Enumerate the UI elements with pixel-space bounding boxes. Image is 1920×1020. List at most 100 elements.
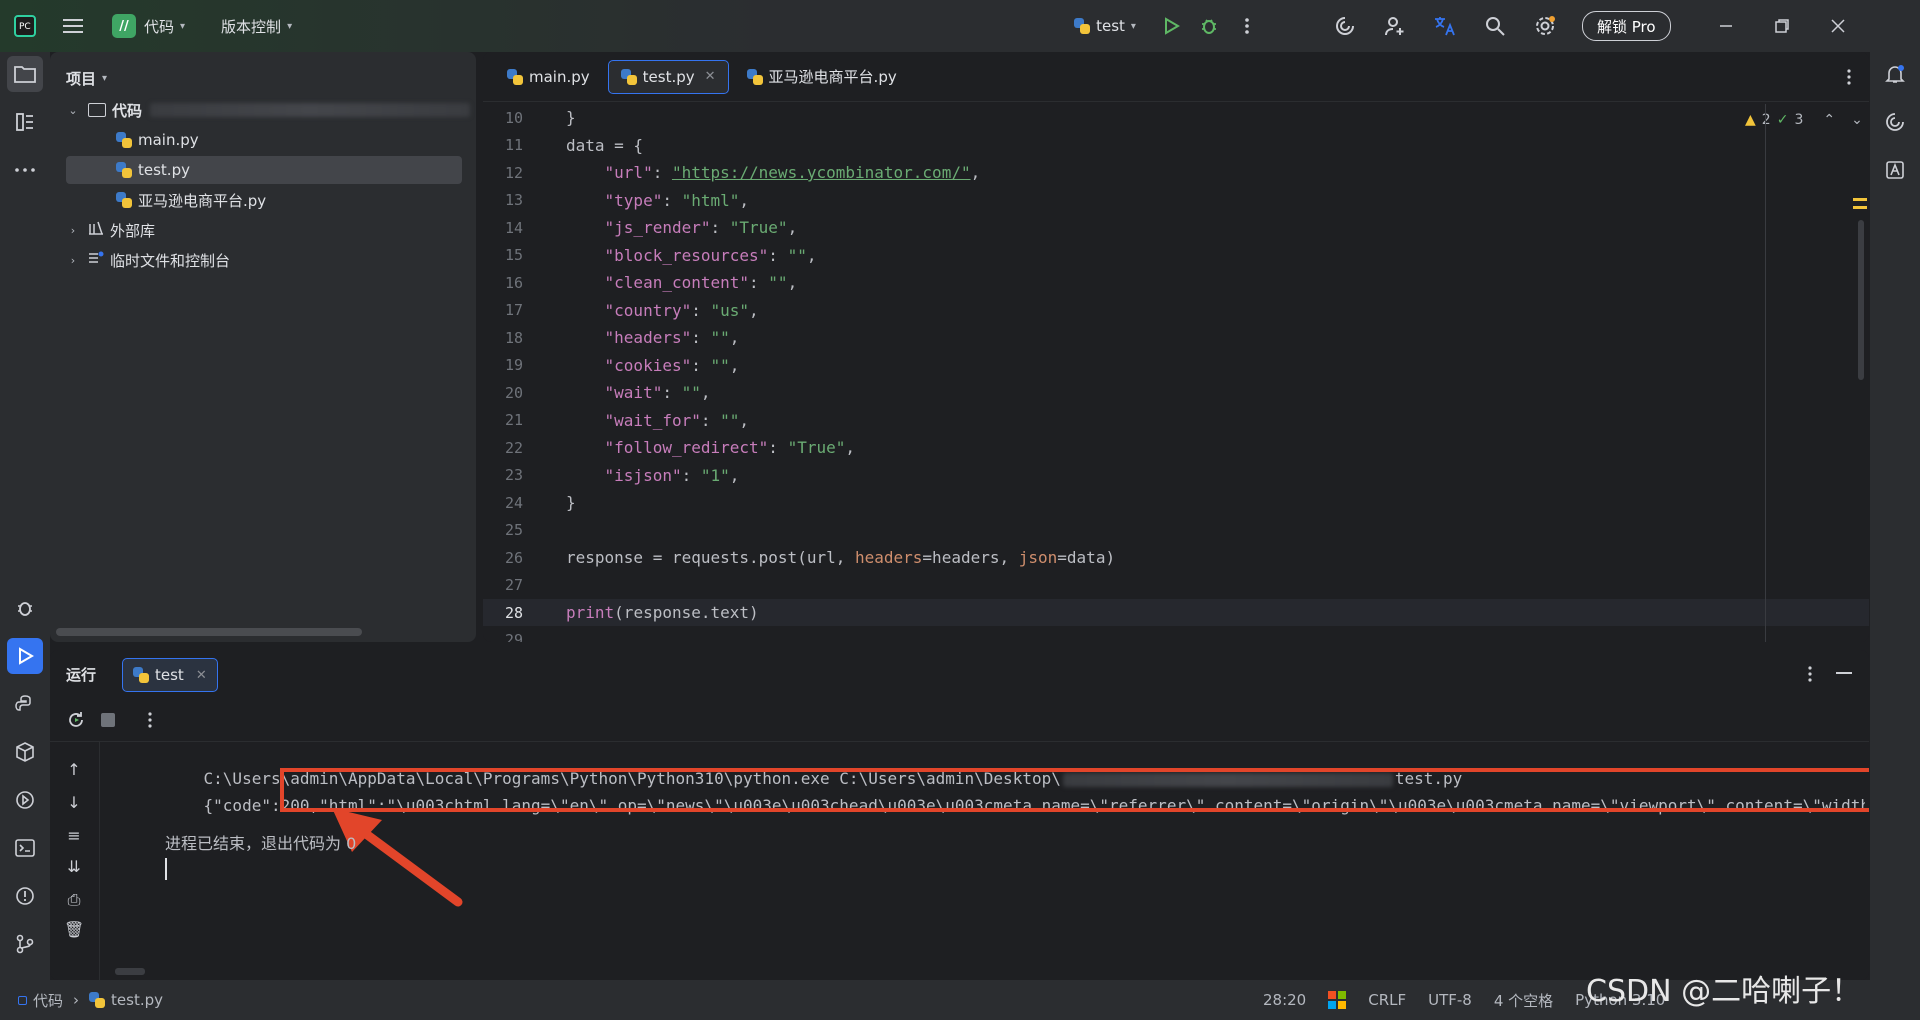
url-string[interactable]: "https://news.ycombinator.com/" <box>672 163 971 182</box>
code-line: 17 "country": "us", <box>483 297 1869 324</box>
debug-icon[interactable] <box>1190 7 1228 45</box>
tab-test-py[interactable]: test.py ✕ <box>607 59 729 94</box>
project-switcher[interactable]: // 代码 ▾ <box>112 14 185 38</box>
file-label: test.py <box>138 161 190 179</box>
print-icon[interactable]: ⎙ <box>64 890 84 910</box>
trash-icon[interactable]: 🗑 <box>64 920 84 940</box>
run-icon[interactable] <box>1152 7 1190 45</box>
line-number: 14 <box>504 218 523 237</box>
tree-scratches[interactable]: › 临时文件和控制台 <box>66 246 446 274</box>
run-tool-icon[interactable] <box>7 638 43 674</box>
unlock-pro-button[interactable]: 解锁 Pro <box>1581 11 1671 41</box>
code-line: 16 "clean_content": "", <box>483 269 1869 296</box>
dict-value: "" <box>768 273 788 292</box>
main-menu-icon[interactable] <box>54 7 92 45</box>
tab-amazon-py[interactable]: 亚马逊电商平台.py <box>735 60 909 94</box>
tree-root-folder[interactable]: ⌄ 代码 <box>66 96 470 124</box>
code-area[interactable]: 10 } 11 data = { 12 "url": "https://news… <box>483 104 1869 642</box>
code-line: 27 <box>483 572 1869 599</box>
run-tab-test[interactable]: test ✕ <box>122 658 218 692</box>
tree-external-libraries[interactable]: › 外部库 <box>66 216 446 244</box>
code-line: 15 "block_resources": "", <box>483 242 1869 269</box>
line-number: 15 <box>504 246 523 264</box>
ai-chat-icon[interactable] <box>1877 104 1913 140</box>
code-text: print(response.text) <box>566 603 759 622</box>
run-config-selector[interactable]: test ▾ <box>1074 17 1136 35</box>
error-stripe-marker <box>1853 206 1867 209</box>
structure-icon[interactable] <box>7 104 43 140</box>
text-assistant-icon[interactable] <box>1877 152 1913 188</box>
debug-tool-icon[interactable] <box>7 590 43 626</box>
project-panel: 项目 ▾ ⌄ 代码 main.py test.py 亚马逊电商平台.py › 外… <box>50 52 476 642</box>
code-editor: main.py test.py ✕ 亚马逊电商平台.py ▲ 2 ✓ 3 ⌃ ⌄… <box>483 52 1869 642</box>
dict-key: "clean_content" <box>604 273 750 292</box>
scroll-to-end-icon[interactable]: ⇊ <box>64 857 84 877</box>
expand-arrow-icon[interactable]: › <box>66 224 80 237</box>
cursor-position[interactable]: 28:20 <box>1263 991 1306 1009</box>
services-icon[interactable] <box>7 782 43 818</box>
tree-file-test[interactable]: test.py <box>66 156 462 184</box>
run-panel-options-icon[interactable] <box>1808 666 1812 686</box>
stop-icon[interactable] <box>101 713 115 727</box>
settings-gear-icon[interactable] <box>1526 7 1564 45</box>
more-tools-icon[interactable] <box>7 152 43 188</box>
line-number: 13 <box>504 191 523 209</box>
code-text: data = { <box>566 135 644 155</box>
app-logo-icon: PC <box>6 7 44 45</box>
python-console-icon[interactable] <box>7 686 43 722</box>
code-line: 22 "follow_redirect": "True", <box>483 434 1869 461</box>
close-tab-icon[interactable]: ✕ <box>705 69 716 84</box>
close-window-icon[interactable] <box>1819 7 1857 45</box>
terminal-icon[interactable] <box>7 830 43 866</box>
breadcrumb-file[interactable]: test.py <box>111 991 163 1009</box>
dict-key: "block_resources" <box>604 245 769 265</box>
minimize-icon[interactable] <box>1707 7 1745 45</box>
rerun-icon[interactable] <box>66 710 86 734</box>
tree-file-main[interactable]: main.py <box>116 126 456 154</box>
notifications-bell-icon[interactable] <box>1877 56 1913 92</box>
horizontal-scrollbar[interactable] <box>56 628 362 636</box>
add-user-icon[interactable] <box>1376 7 1414 45</box>
python-file-icon <box>89 992 106 1008</box>
annotation-highlight-box <box>280 768 1869 812</box>
dict-value: "" <box>681 383 701 402</box>
soft-wrap-icon[interactable]: ≡ <box>64 826 84 846</box>
ai-assistant-icon[interactable] <box>1326 7 1364 45</box>
line-separator[interactable]: CRLF <box>1368 991 1406 1009</box>
restore-icon[interactable] <box>1763 7 1801 45</box>
code-text: } <box>566 108 576 127</box>
tabs-menu-icon[interactable] <box>1847 69 1851 89</box>
more-actions-icon[interactable] <box>1228 7 1266 45</box>
close-tab-icon[interactable]: ✕ <box>196 668 207 683</box>
line-number: 22 <box>504 438 523 457</box>
tree-file-amazon[interactable]: 亚马逊电商平台.py <box>116 186 456 214</box>
expand-arrow-icon[interactable]: › <box>66 254 80 267</box>
expand-arrow-icon[interactable]: ⌄ <box>66 104 80 117</box>
python-packages-icon[interactable] <box>7 734 43 770</box>
external-libs-label: 外部库 <box>110 221 156 240</box>
hide-panel-icon[interactable] <box>1836 672 1852 674</box>
code-text: "headers": "", <box>604 328 740 347</box>
line-number: 12 <box>504 163 523 182</box>
problems-icon[interactable] <box>7 878 43 914</box>
arrow-up-icon[interactable]: ↑ <box>64 760 84 780</box>
file-encoding[interactable]: UTF-8 <box>1428 991 1472 1009</box>
project-panel-title[interactable]: 项目 ▾ <box>66 68 107 89</box>
indent-setting[interactable]: 4 个空格 <box>1494 990 1553 1011</box>
python-file-icon <box>116 192 132 208</box>
vertical-scrollbar[interactable] <box>1858 220 1864 380</box>
project-tool-folder-icon[interactable] <box>7 56 43 92</box>
console-hscroll[interactable] <box>115 968 145 975</box>
run-more-icon[interactable] <box>148 712 152 732</box>
code-text: "isjson": "1", <box>604 465 740 485</box>
tab-main-py[interactable]: main.py <box>495 60 602 94</box>
python-icon <box>133 667 149 683</box>
breadcrumb-root[interactable]: 代码 <box>33 990 63 1011</box>
translate-icon[interactable] <box>1426 7 1464 45</box>
code-line: 11 data = { <box>483 132 1869 159</box>
arrow-down-icon[interactable]: ↓ <box>64 793 84 813</box>
breadcrumb-separator-icon: › <box>73 991 80 1009</box>
search-icon[interactable] <box>1476 7 1514 45</box>
git-icon[interactable] <box>7 926 43 962</box>
vcs-menu[interactable]: 版本控制 ▾ <box>221 16 292 37</box>
